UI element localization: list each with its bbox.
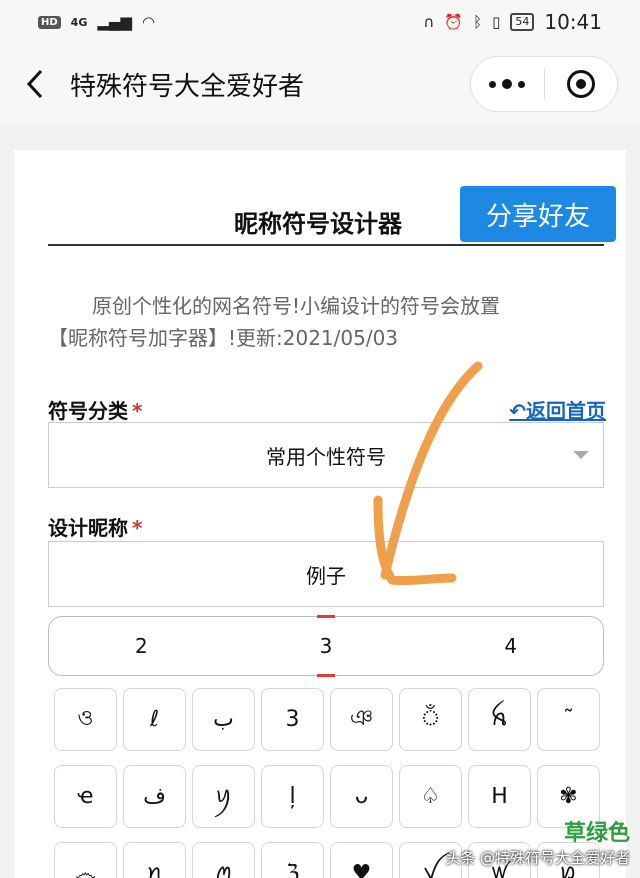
symbol-cell[interactable]: ب: [192, 688, 255, 751]
more-button[interactable]: [471, 79, 544, 89]
category-select[interactable]: 常用个性符号: [48, 422, 604, 488]
symbol-cell[interactable]: ঞ: [330, 688, 393, 751]
symbol-cell[interactable]: ℓ: [123, 688, 186, 751]
watermark-text: 头条 @特殊符号大全爱好者: [445, 849, 630, 867]
category-selected-value: 常用个性符号: [266, 444, 386, 469]
tab-2[interactable]: 2: [49, 617, 234, 675]
description-line2: 【昵称符号加字器】!更新:2021/05/03: [48, 326, 399, 350]
page-title: 昵称符号设计器: [234, 210, 402, 238]
tab-3[interactable]: 3: [234, 615, 419, 677]
clock: 10:41: [544, 10, 602, 34]
required-mark: *: [132, 399, 143, 423]
watermark-green: 草绿色: [563, 821, 630, 846]
more-dots-icon: [489, 80, 497, 88]
description-line1: 原创个性化的网名符号!小编设计的符号会放置: [92, 294, 501, 318]
symbol-cell[interactable]: 3: [261, 688, 324, 751]
signal-icon: ▂▄▆: [97, 13, 132, 31]
description: 原创个性化的网名符号!小编设计的符号会放置 【昵称符号加字器】!更新:2021/…: [48, 290, 604, 354]
symbol-cell[interactable]: ꪀ: [123, 842, 186, 878]
symbol-cell[interactable]: ෴: [54, 842, 117, 878]
symbol-cell[interactable]: ļ: [261, 765, 324, 828]
wifi-icon: ◠: [141, 13, 156, 31]
network-label: 4G: [70, 15, 88, 29]
symbol-cell[interactable]: ♥: [330, 842, 393, 878]
symbol-cell[interactable]: ف: [123, 765, 186, 828]
tab-4[interactable]: 4: [418, 617, 603, 675]
status-bar: HD 4G ▂▄▆ ◠ ∩ ⏰ ᛒ ▯ 54 10:41: [0, 0, 640, 44]
back-button[interactable]: [0, 44, 70, 124]
symbol-cell[interactable]: ꪑ: [192, 842, 255, 878]
close-miniprogram-button[interactable]: [545, 70, 618, 98]
capsule-menu: [470, 56, 618, 112]
symbol-cell[interactable]: ꪗ: [192, 765, 255, 828]
symbol-cell[interactable]: ҽ: [54, 765, 117, 828]
watermark: 草绿色 头条 @特殊符号大全爱好者: [445, 815, 630, 868]
nav-title: 特殊符号大全爱好者: [70, 71, 305, 102]
symbol-cell[interactable]: ও: [54, 688, 117, 751]
symbol-cell[interactable]: ꫝ: [468, 688, 531, 751]
symbol-cell[interactable]: ˜: [537, 688, 600, 751]
nickname-label: 设计昵称 *: [48, 512, 142, 541]
required-mark: *: [132, 516, 143, 540]
target-icon: [566, 70, 595, 98]
battery-icon: 54: [510, 13, 535, 31]
header-row: 昵称符号设计器 分享好友: [48, 186, 616, 246]
hd-badge: HD: [38, 15, 61, 29]
symbol-cell[interactable]: ঁ: [399, 688, 462, 751]
bluetooth-icon: ᛒ: [473, 13, 483, 31]
alarm-icon: ⏰: [444, 13, 464, 31]
content-card: 昵称符号设计器 分享好友 原创个性化的网名符号!小编设计的符号会放置 【昵称符号…: [14, 150, 626, 878]
vibrate-icon: ▯: [492, 13, 501, 31]
length-tabs: 2 3 4: [48, 615, 604, 677]
chevron-down-icon: [573, 451, 589, 459]
symbol-cell[interactable]: ᴗ: [330, 765, 393, 828]
share-button[interactable]: 分享好友: [460, 186, 616, 242]
headphone-icon: ∩: [423, 13, 435, 31]
chevron-left-icon: [26, 69, 43, 99]
nickname-input[interactable]: 例子: [48, 541, 604, 607]
category-label: 符号分类 *: [48, 395, 142, 424]
nickname-label-text: 设计昵称: [48, 516, 128, 540]
symbol-cell[interactable]: ℨ: [261, 842, 324, 878]
home-link[interactable]: ↶返回首页: [509, 395, 606, 424]
nav-bar: 特殊符号大全爱好者: [0, 44, 640, 124]
category-label-text: 符号分类: [48, 399, 128, 423]
